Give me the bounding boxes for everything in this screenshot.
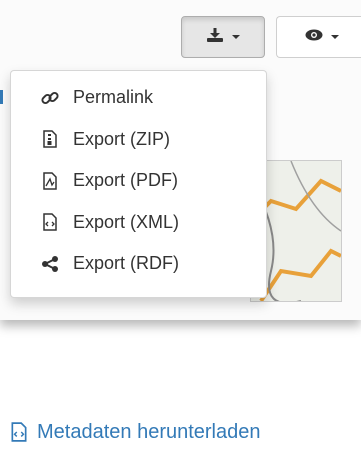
active-indicator — [0, 90, 3, 104]
menu-item-label: Export (RDF) — [73, 253, 180, 274]
file-zip-icon — [39, 128, 61, 150]
menu-item-label: Export (PDF) — [73, 170, 179, 191]
file-xml-icon — [39, 211, 61, 233]
download-dropdown-button[interactable] — [181, 16, 265, 58]
caret-down-icon — [330, 35, 339, 39]
view-dropdown-button[interactable] — [276, 16, 361, 58]
menu-item-export-pdf[interactable]: Export (PDF) — [11, 160, 266, 202]
eye-icon — [305, 28, 323, 46]
metadata-link-label: Metadaten herunterladen — [37, 420, 261, 443]
menu-item-export-zip[interactable]: Export (ZIP) — [11, 119, 266, 161]
share-icon — [39, 253, 61, 275]
menu-item-label: Permalink — [73, 87, 154, 108]
menu-item-label: Export (XML) — [73, 211, 180, 232]
download-icon — [206, 27, 224, 48]
menu-item-label: Export (ZIP) — [73, 128, 171, 149]
menu-item-permalink[interactable]: Permalink — [11, 77, 266, 119]
link-icon — [39, 87, 61, 109]
caret-down-icon — [232, 35, 240, 39]
export-dropdown-menu: Permalink Export (ZIP) Export (PDF) Expo… — [10, 70, 267, 298]
menu-item-export-xml[interactable]: Export (XML) — [11, 202, 266, 244]
menu-item-export-rdf[interactable]: Export (RDF) — [11, 243, 266, 285]
file-pdf-icon — [39, 170, 61, 192]
download-metadata-link[interactable]: Metadaten herunterladen — [10, 412, 261, 452]
file-xml-icon — [10, 421, 32, 443]
